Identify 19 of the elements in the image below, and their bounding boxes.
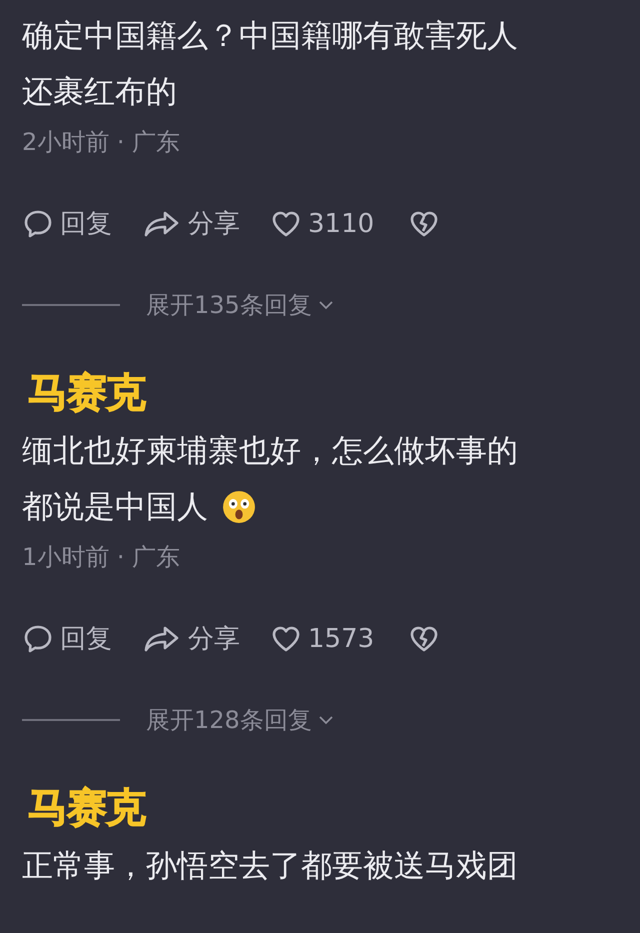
comment-text: 还裹红布的: [22, 73, 177, 112]
like-count[interactable]: 3110: [270, 208, 374, 240]
time-location: 1小时前 · 广东: [22, 542, 182, 573]
comment-text: 缅北也好柬埔寨也好，怎么做坏事的: [22, 432, 518, 471]
speech-bubble-icon: [22, 208, 54, 240]
censor-label: 马赛克: [28, 784, 145, 832]
expand-replies-button[interactable]: 展开135条回复: [146, 289, 336, 321]
share-button[interactable]: 分享: [142, 621, 240, 656]
reply-button[interactable]: 回复: [22, 206, 112, 241]
time-location: 2小时前 · 广东: [22, 127, 182, 158]
reply-button[interactable]: 回复: [22, 621, 112, 656]
speech-bubble-icon: [22, 622, 54, 654]
expand-replies-button[interactable]: 展开128条回复: [146, 704, 336, 736]
comment-text: 确定中国籍么？中国籍哪有敢害死人: [22, 17, 518, 56]
comment-text: 都说是中国人: [22, 488, 208, 527]
censor-label: 马赛克: [28, 369, 145, 417]
like-count[interactable]: 1573: [270, 622, 374, 654]
comment-text: 正常事，孙悟空去了都要被送马戏团: [22, 847, 518, 886]
share-button[interactable]: 分享: [142, 206, 240, 241]
